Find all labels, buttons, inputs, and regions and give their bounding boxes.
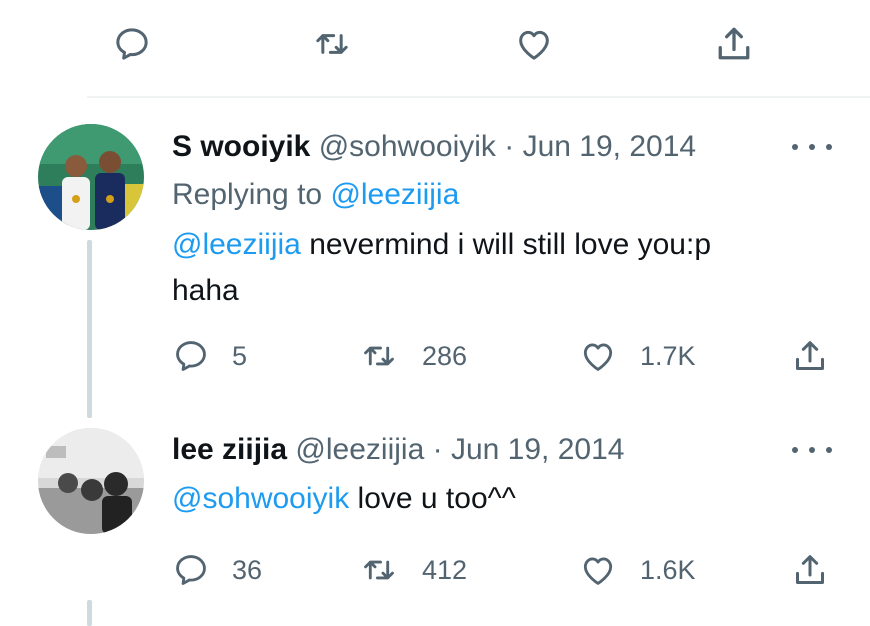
replying-to: Replying to @leeziijia (172, 177, 459, 213)
thread-line (87, 600, 92, 626)
share-icon (790, 550, 830, 590)
retweet-icon (358, 337, 400, 375)
reply-button[interactable]: 36 (172, 548, 262, 592)
divider (87, 96, 870, 98)
retweet-count: 412 (422, 554, 468, 585)
display-name[interactable]: S wooiyik (172, 130, 310, 163)
top-action-bar (0, 0, 870, 90)
retweet-count: 286 (422, 340, 468, 371)
reply-icon (172, 337, 210, 375)
replying-to-label: Replying to (172, 178, 323, 211)
share-icon[interactable] (712, 24, 756, 64)
reply-icon[interactable] (110, 24, 154, 64)
like-icon (578, 337, 618, 375)
reply-count: 5 (232, 340, 248, 371)
retweet-button[interactable]: 286 (358, 334, 467, 378)
like-button[interactable]: 1.7K (578, 334, 696, 378)
avatar[interactable] (38, 428, 144, 534)
like-icon (578, 551, 618, 589)
tweet-actions: 5 286 1.7K (172, 334, 842, 378)
reply-count: 36 (232, 554, 263, 585)
tweet-text: @leeziijia nevermind i will still love y… (172, 222, 832, 314)
retweet-icon[interactable] (310, 24, 354, 64)
retweet-icon (358, 551, 400, 589)
retweet-button[interactable]: 412 (358, 548, 467, 592)
tweet-header: lee ziijia @leeziijia · Jun 19, 2014 (172, 432, 624, 468)
tweet-text: @sohwooiyik love u too^^ (172, 476, 832, 522)
display-name[interactable]: lee ziijia (172, 433, 287, 466)
timestamp[interactable]: Jun 19, 2014 (523, 130, 696, 163)
reply-button[interactable]: 5 (172, 334, 247, 378)
thread-line (87, 240, 92, 418)
separator: · (432, 433, 443, 466)
user-handle[interactable]: @leeziijia (295, 433, 424, 466)
more-options-icon[interactable] (792, 137, 832, 157)
share-button[interactable] (790, 548, 830, 592)
avatar[interactable] (38, 124, 144, 230)
mention-link[interactable]: @sohwooiyik (172, 482, 349, 515)
more-options-icon[interactable] (792, 440, 832, 460)
tweet-text-line: love u too^^ (357, 482, 516, 515)
like-button[interactable]: 1.6K (578, 548, 696, 592)
tweet-actions: 36 412 1.6K (172, 548, 842, 592)
mention-link[interactable]: @leeziijia (172, 228, 301, 261)
share-button[interactable] (790, 334, 830, 378)
reply-icon (172, 551, 210, 589)
share-icon (790, 336, 830, 376)
tweet-header: S wooiyik @sohwooiyik · Jun 19, 2014 (172, 129, 696, 165)
like-icon[interactable] (512, 24, 556, 64)
like-count: 1.7K (640, 340, 696, 371)
tweet-text-line: haha (172, 274, 239, 307)
like-count: 1.6K (640, 554, 696, 585)
timestamp[interactable]: Jun 19, 2014 (451, 433, 624, 466)
replying-to-mention[interactable]: @leeziijia (330, 178, 459, 211)
tweet-text-line: nevermind i will still love you:p (309, 228, 712, 261)
separator: · (504, 130, 515, 163)
user-handle[interactable]: @sohwooiyik (319, 130, 496, 163)
